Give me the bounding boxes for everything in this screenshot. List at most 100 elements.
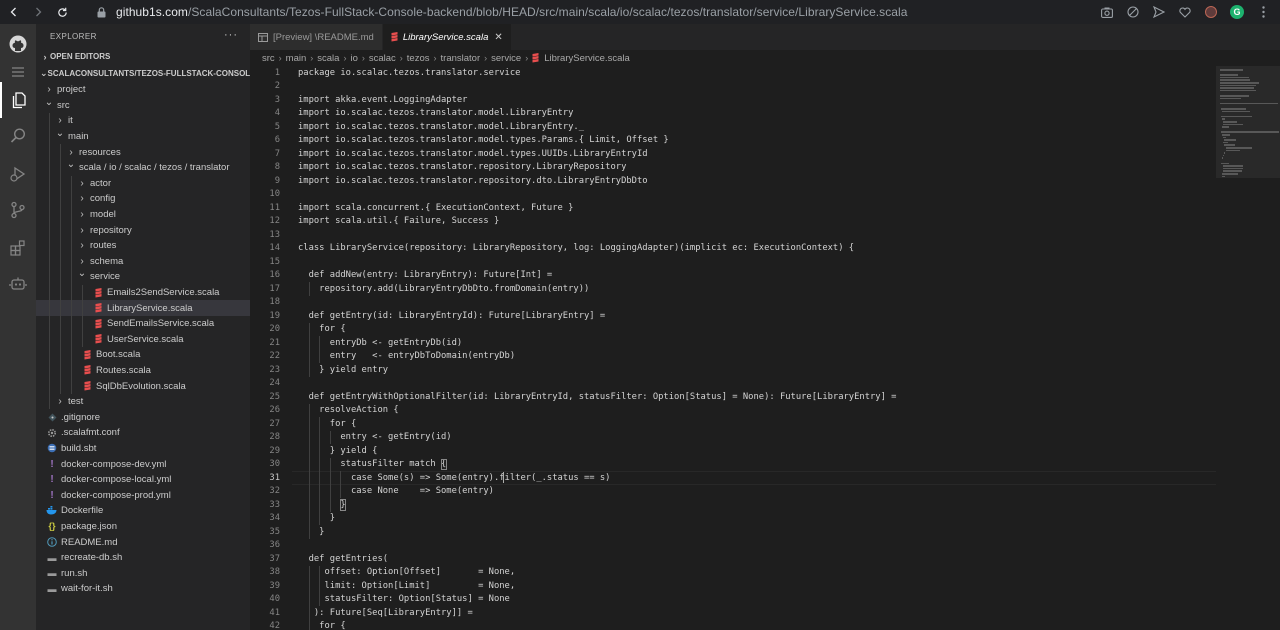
- code-line[interactable]: 14 class LibraryService(repository: Libra…: [250, 242, 1216, 256]
- code-line[interactable]: 29 } yield {: [250, 444, 1216, 458]
- code-line[interactable]: 35 }: [250, 525, 1216, 539]
- code-line[interactable]: 38 offset: Option[Offset] = None,: [250, 565, 1216, 579]
- code-line[interactable]: 1 package io.scalac.tezos.translator.serv…: [250, 66, 1216, 80]
- code-line[interactable]: 13: [250, 228, 1216, 242]
- breadcrumb-item[interactable]: scala: [317, 53, 339, 64]
- breadcrumb-item[interactable]: tezos: [407, 53, 430, 64]
- open-editors-section[interactable]: › OPEN EDITORS: [36, 48, 250, 65]
- code-line[interactable]: 30 statusFilter match {: [250, 457, 1216, 471]
- source-control-icon[interactable]: [0, 192, 36, 228]
- code-line[interactable]: 40 statusFilter: Option[Status] = None: [250, 592, 1216, 606]
- code-line[interactable]: 21 entryDb <- getEntryDb(id): [250, 336, 1216, 350]
- code-line[interactable]: 2: [250, 80, 1216, 94]
- screenshot-icon[interactable]: [1100, 5, 1114, 19]
- tree-folder[interactable]: › project: [36, 82, 250, 98]
- tree-folder[interactable]: › actor: [36, 175, 250, 192]
- back-arrow-icon[interactable]: [2, 0, 26, 24]
- grammarly-extension-icon[interactable]: G: [1230, 5, 1244, 19]
- robot-icon[interactable]: [0, 266, 36, 302]
- breadcrumb-item[interactable]: main: [286, 53, 307, 64]
- reload-icon[interactable]: [50, 0, 74, 24]
- breadcrumb-item[interactable]: src: [262, 53, 275, 64]
- breadcrumb-item[interactable]: io: [350, 53, 357, 64]
- more-menu-icon[interactable]: [1256, 5, 1270, 19]
- tree-file[interactable]: .gitignore: [36, 409, 250, 425]
- code-line[interactable]: 19 def getEntry(id: LibraryEntryId): Fut…: [250, 309, 1216, 323]
- code-line[interactable]: 22 entry <- entryDbToDomain(entryDb): [250, 349, 1216, 363]
- tree-file[interactable]: .scalafmt.conf: [36, 425, 250, 441]
- tree-file[interactable]: LibraryService.scala: [36, 300, 250, 316]
- run-debug-icon[interactable]: [0, 156, 36, 192]
- tree-file[interactable]: ▬ recreate-db.sh: [36, 550, 250, 566]
- code-line[interactable]: 27 for {: [250, 417, 1216, 431]
- breadcrumb-item[interactable]: LibraryService.scala: [532, 53, 630, 64]
- tree-folder[interactable]: › resources: [36, 144, 250, 160]
- code-line[interactable]: 26 resolveAction {: [250, 403, 1216, 417]
- tree-folder[interactable]: ⌄ scala / io / scalac / tezos / translato…: [36, 159, 250, 176]
- breadcrumb-item[interactable]: service: [491, 53, 521, 64]
- breadcrumb-item[interactable]: scalac: [369, 53, 396, 64]
- code-line[interactable]: 39 limit: Option[Limit] = None,: [250, 579, 1216, 593]
- tree-file[interactable]: ▬ wait-for-it.sh: [36, 581, 250, 597]
- code-line[interactable]: 12 import scala.util.{ Failure, Success }: [250, 215, 1216, 229]
- breadcrumb-item[interactable]: translator: [441, 53, 481, 64]
- tree-file[interactable]: Routes.scala: [36, 362, 250, 379]
- tree-folder[interactable]: › config: [36, 191, 250, 207]
- search-icon[interactable]: [0, 118, 36, 154]
- code-line[interactable]: 28 entry <- getEntry(id): [250, 430, 1216, 444]
- code-line[interactable]: 24: [250, 377, 1216, 391]
- tree-file[interactable]: SendEmailsService.scala: [36, 315, 250, 332]
- code-line[interactable]: 9 import io.scalac.tezos.translator.repos…: [250, 174, 1216, 188]
- address-bar[interactable]: github1s.com/ScalaConsultants/Tezos-Full…: [116, 5, 907, 19]
- more-actions-icon[interactable]: ···: [224, 29, 238, 41]
- code-line[interactable]: 17 repository.add(LibraryEntryDbDto.from…: [250, 282, 1216, 296]
- code-line[interactable]: 42 for {: [250, 619, 1216, 630]
- tree-folder[interactable]: ⌄ src: [36, 97, 250, 114]
- code-line[interactable]: 7 import io.scalac.tezos.translator.model…: [250, 147, 1216, 161]
- tree-file[interactable]: ! docker-compose-dev.yml: [36, 456, 250, 472]
- code-line[interactable]: 33 }: [250, 498, 1216, 512]
- tree-folder[interactable]: ⌄ main: [36, 128, 250, 145]
- code-line[interactable]: 6 import io.scalac.tezos.translator.model…: [250, 134, 1216, 148]
- code-line[interactable]: 16 def addNew(entry: LibraryEntry): Futu…: [250, 269, 1216, 283]
- code-line[interactable]: 5 import io.scalac.tezos.translator.model…: [250, 120, 1216, 134]
- close-icon[interactable]: ✕: [494, 32, 502, 43]
- code-line[interactable]: 23 } yield entry: [250, 363, 1216, 377]
- code-line[interactable]: 10: [250, 188, 1216, 202]
- tree-file[interactable]: UserService.scala: [36, 331, 250, 348]
- code-line[interactable]: 4 import io.scalac.tezos.translator.model…: [250, 107, 1216, 121]
- tree-file[interactable]: Boot.scala: [36, 347, 250, 363]
- tree-file[interactable]: SqlDbEvolution.scala: [36, 378, 250, 394]
- explorer-files-icon[interactable]: [0, 82, 36, 118]
- code-line[interactable]: 11 import scala.concurrent.{ ExecutionCon…: [250, 201, 1216, 215]
- repo-section[interactable]: ⌄ SCALACONSULTANTS/TEZOS-FULLSTACK-CONSO…: [36, 65, 250, 82]
- code-line[interactable]: 3 import akka.event.LoggingAdapter: [250, 93, 1216, 107]
- code-line[interactable]: 34 }: [250, 511, 1216, 525]
- code-line[interactable]: 15: [250, 255, 1216, 269]
- tree-file[interactable]: ! docker-compose-prod.yml: [36, 487, 250, 503]
- code-line[interactable]: 25 def getEntryWithOptionalFilter(id: Li…: [250, 390, 1216, 404]
- tree-folder[interactable]: › it: [36, 113, 250, 129]
- code-line[interactable]: 20 for {: [250, 322, 1216, 336]
- send-icon[interactable]: [1152, 5, 1166, 19]
- tree-folder[interactable]: › model: [36, 206, 250, 223]
- minimap[interactable]: [1216, 66, 1280, 630]
- tree-file[interactable]: Dockerfile: [36, 503, 250, 519]
- code-line[interactable]: 18: [250, 296, 1216, 310]
- tree-file[interactable]: README.md: [36, 534, 250, 550]
- tree-folder[interactable]: › repository: [36, 222, 250, 238]
- code-editor[interactable]: 1 package io.scalac.tezos.translator.serv…: [250, 66, 1216, 630]
- tree-folder[interactable]: › routes: [36, 237, 250, 254]
- code-line[interactable]: 36: [250, 539, 1216, 553]
- tree-folder[interactable]: › schema: [36, 253, 250, 270]
- forward-arrow-icon[interactable]: [26, 0, 50, 24]
- tree-file[interactable]: ! docker-compose-local.yml: [36, 472, 250, 488]
- tab-readme-preview[interactable]: [Preview] \README.md: [250, 24, 383, 50]
- extensions-icon[interactable]: [0, 230, 36, 266]
- tree-file[interactable]: {} package.json: [36, 519, 250, 535]
- code-line[interactable]: 41 ): Future[Seq[LibraryEntry]] =: [250, 606, 1216, 620]
- tree-file[interactable]: build.sbt: [36, 441, 250, 457]
- lock-icon[interactable]: [94, 0, 108, 24]
- code-line[interactable]: 31 case Some(s) => Some(entry).filter(_.…: [250, 471, 1216, 485]
- tree-folder[interactable]: ⌄ service: [36, 268, 250, 285]
